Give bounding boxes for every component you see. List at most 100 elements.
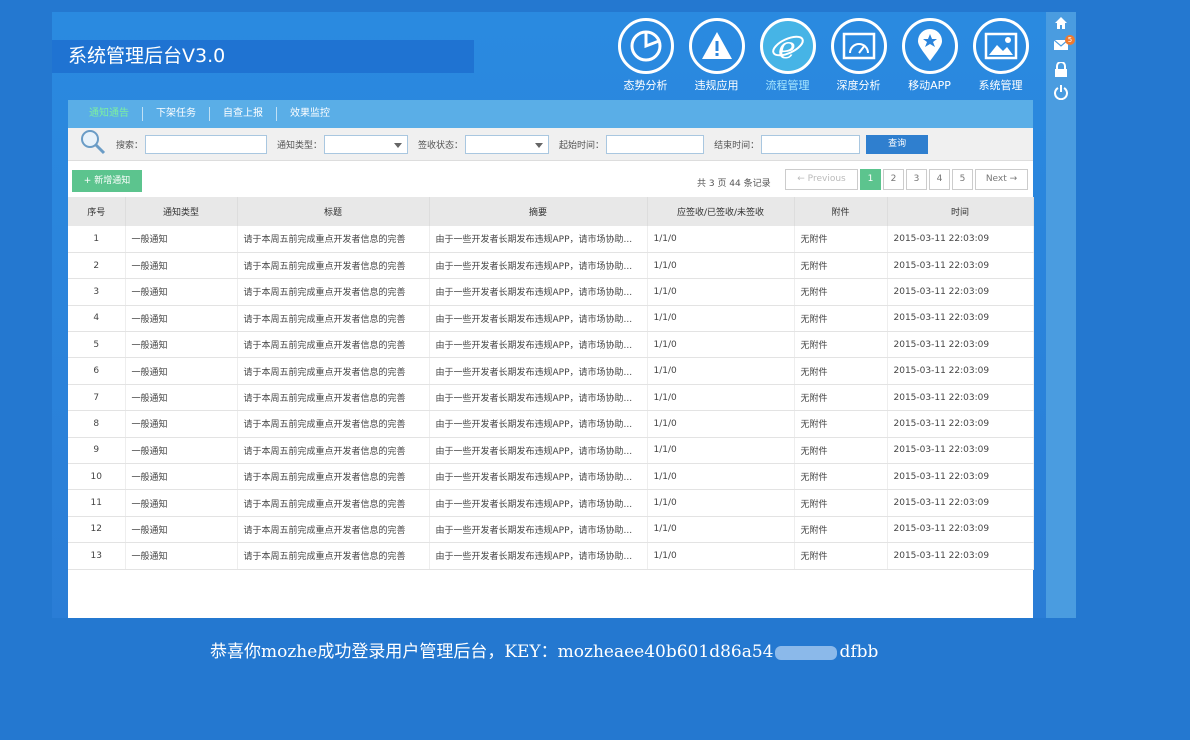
message-suffix: dfbb: [839, 642, 879, 662]
table-row[interactable]: 1 一般通知 请于本周五前完成重点开发者信息的完善 由于一些开发者长期发布违规APP，…: [68, 226, 1034, 253]
cell-type: 一般通知: [125, 252, 238, 280]
cell-summary: 由于一些开发者长期发布违规APP，请市场协助...: [429, 384, 648, 412]
col-header-index: 序号: [68, 197, 126, 226]
tab-effect-monitor[interactable]: 效果监控: [277, 107, 343, 121]
cell-sign-status: 1/1/0: [647, 542, 795, 570]
cell-sign-status: 1/1/0: [647, 516, 795, 544]
previous-page-button[interactable]: ← Previous: [785, 169, 858, 190]
location-star-icon: [901, 18, 958, 74]
cell-title: 请于本周五前完成重点开发者信息的完善: [237, 516, 430, 544]
nav-label: 违规应用: [694, 79, 739, 92]
cell-summary: 由于一些开发者长期发布违规APP，请市场协助...: [429, 357, 648, 385]
cell-time: 2015-03-11 22:03:09: [887, 331, 1034, 359]
mail-badge: 5: [1065, 35, 1075, 45]
cell-attachment: 无附件: [794, 437, 888, 465]
table-row[interactable]: 3 一般通知 请于本周五前完成重点开发者信息的完善 由于一些开发者长期发布违规APP，…: [68, 278, 1034, 306]
col-header-type: 通知类型: [125, 197, 238, 226]
svg-text:e: e: [778, 31, 796, 64]
cell-summary: 由于一些开发者长期发布违规APP，请市场协助...: [429, 252, 648, 280]
tab-notices[interactable]: 通知通告: [76, 107, 143, 121]
cell-time: 2015-03-11 22:03:09: [887, 357, 1034, 385]
cell-type: 一般通知: [125, 226, 238, 253]
query-button[interactable]: 查询: [866, 134, 929, 154]
cell-title: 请于本周五前完成重点开发者信息的完善: [237, 305, 430, 333]
cell-type: 一般通知: [125, 305, 238, 333]
pagination: ← Previous 1 2 3 4 5 Next →: [783, 169, 1028, 190]
cell-title: 请于本周五前完成重点开发者信息的完善: [237, 410, 430, 438]
type-select[interactable]: [324, 134, 409, 154]
cell-attachment: 无附件: [794, 357, 888, 385]
start-time-input[interactable]: [606, 134, 705, 154]
nav-violation-apps[interactable]: 违规应用: [681, 18, 752, 93]
cell-summary: 由于一些开发者长期发布违规APP，请市场协助...: [429, 331, 648, 359]
col-header-sign-status: 应签收/已签收/未签收: [647, 197, 795, 226]
search-bar: 搜索： 通知类型： 签收状态： 起始时间： 结束时间： 查询: [68, 128, 1033, 161]
lock-icon[interactable]: [1046, 58, 1076, 81]
table-row[interactable]: 6 一般通知 请于本周五前完成重点开发者信息的完善 由于一些开发者长期发布违规APP，…: [68, 357, 1034, 385]
table-row[interactable]: 8 一般通知 请于本周五前完成重点开发者信息的完善 由于一些开发者长期发布违规APP，…: [68, 410, 1034, 438]
home-icon[interactable]: [1046, 12, 1076, 35]
page-1-button[interactable]: 1: [860, 169, 881, 190]
nav-process-management[interactable]: e 流程管理: [752, 18, 823, 93]
status-select[interactable]: [465, 134, 550, 154]
cell-summary: 由于一些开发者长期发布违规APP，请市场协助...: [429, 410, 648, 438]
table-row[interactable]: 4 一般通知 请于本周五前完成重点开发者信息的完善 由于一些开发者长期发布违规APP，…: [68, 305, 1034, 333]
table-row[interactable]: 2 一般通知 请于本周五前完成重点开发者信息的完善 由于一些开发者长期发布违规APP，…: [68, 252, 1034, 280]
status-label: 签收状态：: [418, 140, 464, 151]
cell-summary: 由于一些开发者长期发布违规APP，请市场协助...: [429, 437, 648, 465]
keyword-input[interactable]: [145, 134, 268, 154]
cell-attachment: 无附件: [794, 384, 888, 412]
add-notice-button[interactable]: + 新增通知: [72, 170, 142, 192]
message-prefix: 恭喜你mozhe成功登录用户管理后台，KEY：mozheaee40b601d86…: [210, 642, 774, 662]
cell-index: 12: [68, 516, 126, 544]
col-header-title: 标题: [237, 197, 430, 226]
cell-sign-status: 1/1/0: [647, 410, 795, 438]
cell-title: 请于本周五前完成重点开发者信息的完善: [237, 357, 430, 385]
end-time-input[interactable]: [761, 134, 861, 154]
page-5-button[interactable]: 5: [952, 169, 973, 190]
nav-label: 流程管理: [765, 79, 810, 92]
nav-label: 移动APP: [908, 79, 951, 92]
cell-index: 7: [68, 384, 126, 412]
nav-deep-analysis[interactable]: 深度分析: [823, 18, 894, 93]
table-row[interactable]: 5 一般通知 请于本周五前完成重点开发者信息的完善 由于一些开发者长期发布违规APP，…: [68, 331, 1034, 359]
mail-icon[interactable]: 5: [1046, 35, 1076, 58]
nav-situation-analysis[interactable]: 态势分析: [610, 18, 681, 93]
cell-sign-status: 1/1/0: [647, 252, 795, 280]
cell-index: 2: [68, 252, 126, 280]
cell-title: 请于本周五前完成重点开发者信息的完善: [237, 489, 430, 517]
power-icon[interactable]: [1046, 81, 1076, 104]
nav-system-management[interactable]: 系统管理: [965, 18, 1036, 93]
cell-title: 请于本周五前完成重点开发者信息的完善: [237, 437, 430, 465]
tab-takedown-tasks[interactable]: 下架任务: [143, 107, 210, 121]
table-row[interactable]: 11 一般通知 请于本周五前完成重点开发者信息的完善 由于一些开发者长期发布违规APP…: [68, 489, 1034, 517]
cell-index: 4: [68, 305, 126, 333]
next-page-button[interactable]: Next →: [975, 169, 1028, 190]
cell-type: 一般通知: [125, 437, 238, 465]
cell-type: 一般通知: [125, 331, 238, 359]
page-2-button[interactable]: 2: [883, 169, 904, 190]
tab-self-report[interactable]: 自查上报: [210, 107, 277, 121]
cell-summary: 由于一些开发者长期发布违规APP，请市场协助...: [429, 542, 648, 570]
nav-label: 系统管理: [978, 79, 1023, 92]
table-row[interactable]: 10 一般通知 请于本周五前完成重点开发者信息的完善 由于一些开发者长期发布违规APP…: [68, 463, 1034, 491]
cell-title: 请于本周五前完成重点开发者信息的完善: [237, 226, 430, 253]
cell-time: 2015-03-11 22:03:09: [887, 463, 1034, 491]
cell-attachment: 无附件: [794, 252, 888, 280]
table-header-row: 序号 通知类型 标题 摘要 应签收/已签收/未签收 附件 时间: [68, 197, 1034, 226]
cell-time: 2015-03-11 22:03:09: [887, 489, 1034, 517]
cell-title: 请于本周五前完成重点开发者信息的完善: [237, 463, 430, 491]
table-row[interactable]: 7 一般通知 请于本周五前完成重点开发者信息的完善 由于一些开发者长期发布违规APP，…: [68, 384, 1034, 412]
nav-mobile-app[interactable]: 移动APP: [894, 18, 965, 93]
cell-title: 请于本周五前完成重点开发者信息的完善: [237, 278, 430, 306]
table-row[interactable]: 13 一般通知 请于本周五前完成重点开发者信息的完善 由于一些开发者长期发布违规APP…: [68, 542, 1034, 570]
gauge-icon: [830, 18, 887, 74]
table-row[interactable]: 12 一般通知 请于本周五前完成重点开发者信息的完善 由于一些开发者长期发布违规APP…: [68, 516, 1034, 544]
page-3-button[interactable]: 3: [906, 169, 927, 190]
page-4-button[interactable]: 4: [929, 169, 950, 190]
cell-type: 一般通知: [125, 357, 238, 385]
cell-index: 5: [68, 331, 126, 359]
table-row[interactable]: 9 一般通知 请于本周五前完成重点开发者信息的完善 由于一些开发者长期发布违规APP，…: [68, 437, 1034, 465]
cell-summary: 由于一些开发者长期发布违规APP，请市场协助...: [429, 278, 648, 306]
type-label: 通知类型：: [277, 140, 323, 151]
